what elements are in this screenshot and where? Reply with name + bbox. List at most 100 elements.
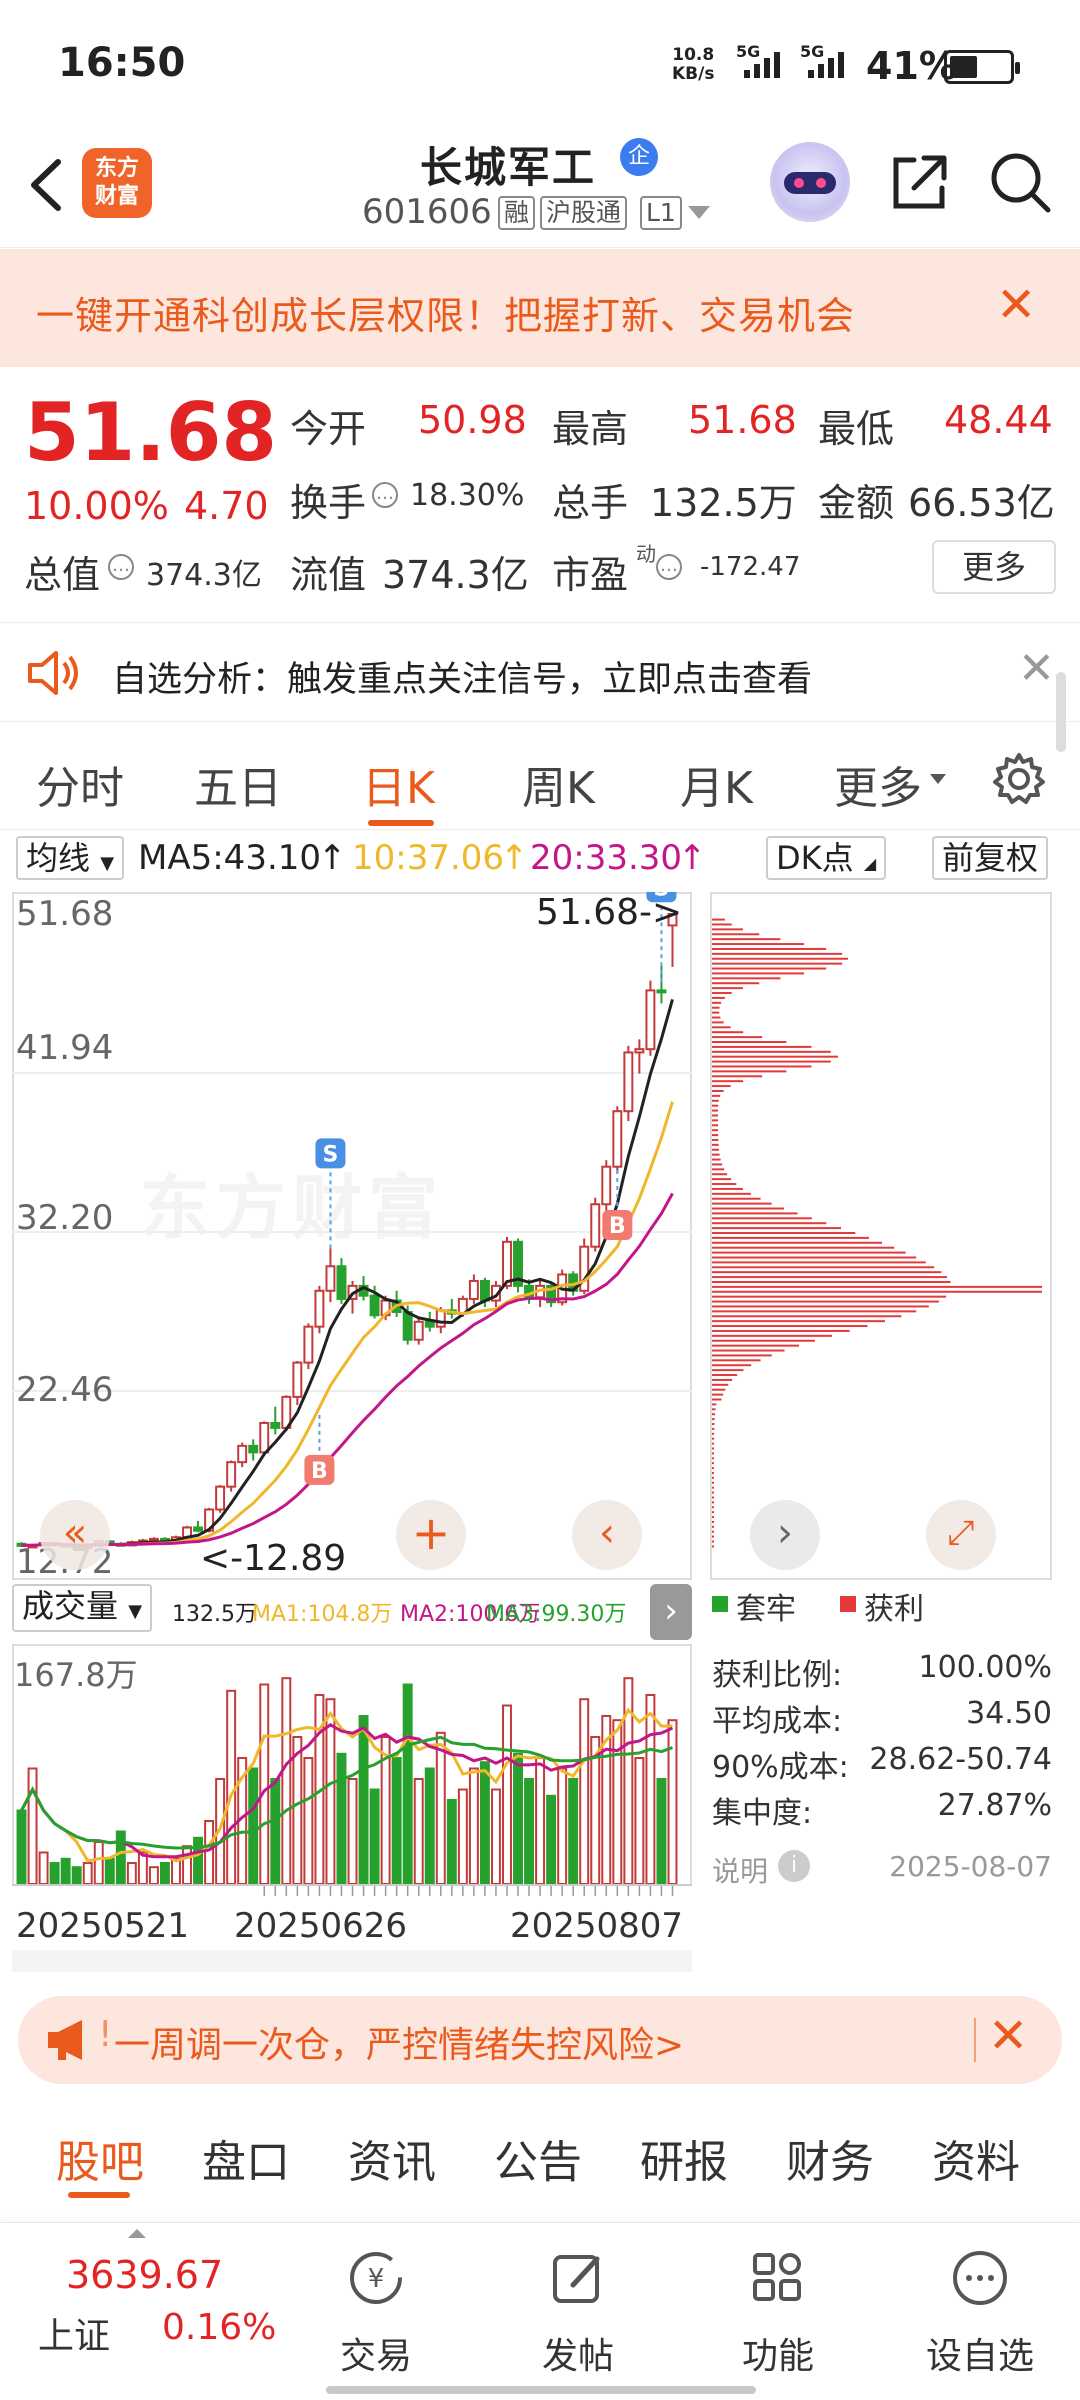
chevron-right-icon[interactable]: › [650, 1584, 692, 1640]
high-label: 最高 [552, 407, 629, 451]
chip-bar [712, 1065, 812, 1068]
ma10-legend: 10:37.06 [352, 838, 505, 878]
low-value: 48.44 [944, 398, 1053, 442]
zoom-in-button[interactable]: + [396, 1500, 466, 1570]
candle-body [634, 1048, 645, 1054]
chip-bar [712, 1285, 1042, 1288]
candle-body [656, 989, 667, 994]
tab-more[interactable]: 更多 [834, 752, 922, 816]
ma20-legend: 20:33.30 [530, 838, 683, 878]
analysis-notice[interactable]: 自选分析：触发重点关注信号，立即点击查看 ✕ [0, 622, 1080, 722]
signal-icon [744, 52, 780, 78]
mktcap-label: 总值 [24, 553, 101, 597]
info-icon[interactable]: … [108, 554, 134, 580]
volume-bar [71, 1866, 82, 1884]
share-icon[interactable] [884, 148, 954, 218]
volume-bar [468, 1767, 479, 1884]
ma5-line [21, 998, 674, 1547]
dk-button[interactable]: DK点 ◢ [766, 836, 887, 880]
enterprise-badge: 企 [620, 138, 658, 176]
tab-forum[interactable]: 股吧 [56, 2126, 144, 2190]
turnover-label: 换手 [290, 481, 367, 525]
chip-bar [712, 1041, 787, 1044]
tab-research[interactable]: 研报 [640, 2126, 728, 2190]
tab-profile[interactable]: 资料 [932, 2126, 1020, 2190]
nav-add-watchlist[interactable]: 设自选 [910, 2247, 1050, 2379]
back-button[interactable] [22, 150, 72, 220]
chip-bar [712, 1300, 939, 1303]
chevron-right-button[interactable]: › [750, 1500, 820, 1570]
chip-bar [712, 1530, 714, 1533]
chip-bar [712, 1349, 785, 1352]
risk-banner[interactable]: ! 一周调一次仓，严控情绪失控风险> ✕ [18, 1996, 1062, 2084]
close-icon[interactable]: ✕ [1018, 643, 1055, 694]
chip-bar [712, 1359, 761, 1362]
volume-bar [303, 1757, 314, 1884]
chip-bar [712, 1060, 831, 1063]
chip-bar [712, 1325, 868, 1328]
rewind-button[interactable]: « [40, 1500, 110, 1570]
chip-bar [712, 1089, 724, 1092]
pe-label: 市盈 [552, 553, 629, 597]
tab-five-day[interactable]: 五日 [194, 752, 282, 816]
chip-bar [712, 1506, 714, 1509]
chevron-down-icon[interactable] [688, 206, 710, 219]
volume-bar [479, 1761, 490, 1884]
more-quote-button[interactable]: 更多 [932, 540, 1056, 594]
chip-bar [712, 1388, 726, 1391]
tab-orderbook[interactable]: 盘口 [202, 2126, 290, 2190]
chip-bar [712, 1344, 799, 1347]
volume-selector[interactable]: 成交量 ▼ [12, 1584, 153, 1632]
chip-bar [712, 982, 760, 985]
app-logo[interactable]: 东方 财富 [82, 148, 152, 218]
chip-bar [712, 1516, 714, 1519]
date-label: 20250521 [16, 1906, 190, 1946]
candle-body [259, 1421, 270, 1454]
chip-bar [712, 1207, 785, 1210]
chip-bar [712, 1422, 715, 1425]
expand-icon[interactable]: ⤢ [926, 1500, 996, 1570]
nav-trade[interactable]: ¥ 交易 [306, 2247, 446, 2379]
index-ticker[interactable]: 3639.67 上证 0.16% [0, 2223, 280, 2400]
tab-daily-k[interactable]: 日K [362, 752, 435, 816]
nav-post[interactable]: 发帖 [508, 2247, 648, 2379]
volume-bar [369, 1788, 380, 1884]
adjust-button[interactable]: 前复权 [932, 836, 1049, 880]
nav-functions[interactable]: 功能 [708, 2247, 848, 2379]
period-tabs: 分时 五日 日K 周K 月K 更多 [0, 730, 1080, 830]
kline-chart-section: 均线 ▼ MA5:43.10 ↑ 10:37.06 ↑ 20:33.30 ↑ D… [0, 832, 1080, 1972]
info-icon[interactable]: … [656, 554, 682, 580]
gear-icon[interactable] [990, 750, 1048, 808]
chip-bar [712, 1369, 744, 1372]
tab-announcements[interactable]: 公告 [494, 2126, 582, 2190]
tab-finance[interactable]: 财务 [786, 2126, 874, 2190]
chevron-left-button[interactable]: ‹ [572, 1500, 642, 1570]
close-icon[interactable]: ✕ [988, 2008, 1028, 2064]
nav-post-label: 发帖 [541, 2336, 614, 2377]
chip-bar [712, 987, 743, 990]
tab-intraday[interactable]: 分时 [36, 752, 124, 816]
tab-monthly-k[interactable]: 月K [680, 752, 753, 816]
search-icon[interactable] [984, 146, 1056, 218]
chip-bar [712, 1378, 733, 1381]
volume-bar [259, 1683, 270, 1884]
tab-weekly-k[interactable]: 周K [522, 752, 595, 816]
info-icon[interactable]: … [372, 482, 398, 508]
promo-banner[interactable]: 一键开通科创成长层权限！把握打新、交易机会 ✕ [0, 249, 1080, 367]
chip-bar [712, 1178, 732, 1181]
assistant-robot-icon[interactable] [770, 142, 850, 222]
volume-bar [171, 1857, 181, 1884]
amount-value: 66.53亿 [908, 481, 1055, 525]
chip-bar [712, 928, 743, 931]
chip-bar [712, 1266, 935, 1269]
volume-bar [524, 1778, 535, 1884]
index-change: 0.16% [162, 2307, 277, 2348]
volume-bar [270, 1778, 281, 1884]
tab-news[interactable]: 资讯 [348, 2126, 436, 2190]
close-icon[interactable]: ✕ [996, 277, 1036, 333]
chip-bar [712, 923, 732, 926]
ma-selector[interactable]: 均线 ▼ [16, 836, 125, 880]
chip-bar [712, 1080, 744, 1083]
vol-ma1: MA1:104.8万 [252, 1602, 393, 1627]
quote-panel: 51.68 10.00% 4.70 今开 50.98 最高 51.68 最低 4… [0, 380, 1080, 610]
